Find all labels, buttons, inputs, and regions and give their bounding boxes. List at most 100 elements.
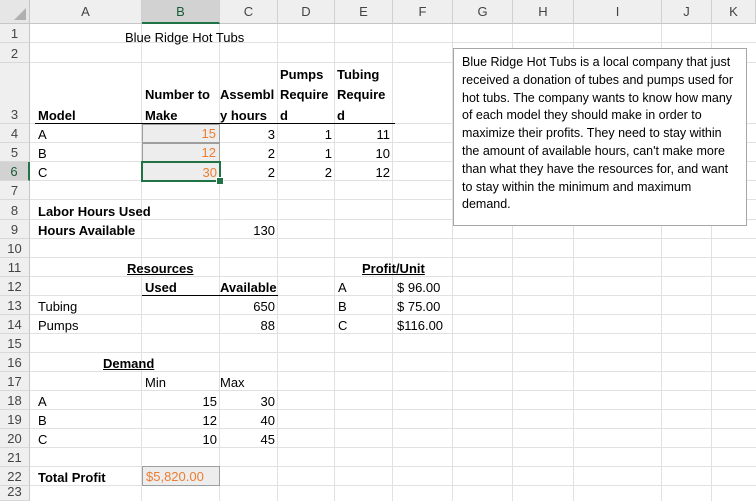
gridline-horizontal (30, 314, 756, 315)
resources-used-label: Used (145, 280, 177, 295)
demand-model-c[interactable]: C (35, 429, 135, 448)
column-header-b[interactable]: B (142, 0, 220, 24)
column-header-e[interactable]: E (335, 0, 393, 24)
row-header-5[interactable]: 5 (0, 143, 30, 162)
row-header-10[interactable]: 10 (0, 239, 30, 258)
make-b[interactable]: 12 (142, 143, 220, 162)
resource-tubing-label[interactable]: Tubing (35, 296, 135, 315)
profit-model-c[interactable]: C (335, 315, 393, 334)
column-header-k[interactable]: K (712, 0, 756, 24)
header-model: Model (38, 108, 76, 123)
profit-value-b[interactable]: $ 75.00 (394, 296, 454, 315)
hours-available-value[interactable]: 130 (220, 220, 278, 239)
row-header-19[interactable]: 19 (0, 410, 30, 429)
demand-max-c[interactable]: 45 (220, 429, 278, 448)
selected-cell-outline (141, 161, 221, 182)
assembly-c[interactable]: 2 (220, 162, 278, 181)
header-assembly-1: Assembl (220, 87, 275, 102)
column-header-h[interactable]: H (513, 0, 574, 24)
header-pumps-3: d (280, 108, 288, 123)
row-header-17[interactable]: 17 (0, 372, 30, 391)
select-all-corner[interactable] (0, 0, 30, 24)
demand-min-b[interactable]: 12 (142, 410, 220, 429)
column-header-d[interactable]: D (278, 0, 335, 24)
gridline-horizontal (30, 428, 756, 429)
column-header-j[interactable]: J (662, 0, 712, 24)
pumps-a[interactable]: 1 (278, 124, 335, 143)
profit-model-a[interactable]: A (335, 277, 393, 296)
row-header-14[interactable]: 14 (0, 315, 30, 334)
row-header-1[interactable]: 1 (0, 24, 30, 43)
assembly-a[interactable]: 3 (220, 124, 278, 143)
assembly-b[interactable]: 2 (220, 143, 278, 162)
profit-value-c[interactable]: $116.00 (394, 315, 454, 334)
profit-model-b[interactable]: B (335, 296, 393, 315)
demand-max-b[interactable]: 40 (220, 410, 278, 429)
resource-pumps-label[interactable]: Pumps (35, 315, 135, 334)
demand-max-label: Max (220, 375, 245, 390)
header-pumps-1: Pumps (280, 67, 324, 82)
row-header-2[interactable]: 2 (0, 43, 30, 63)
gridline-horizontal (30, 466, 756, 467)
total-profit-label: Total Profit (38, 470, 106, 485)
column-header-f[interactable]: F (393, 0, 453, 24)
row-header-9[interactable]: 9 (0, 220, 30, 239)
profit-value-a[interactable]: $ 96.00 (394, 277, 454, 296)
column-header-a[interactable]: A (30, 0, 142, 24)
make-a[interactable]: 15 (142, 124, 220, 143)
profit-heading: Profit/Unit (362, 261, 425, 276)
row-header-16[interactable]: 16 (0, 353, 30, 372)
fill-handle[interactable] (216, 177, 224, 185)
tubing-c[interactable]: 12 (335, 162, 393, 181)
resources-heading: Resources (127, 261, 194, 276)
model-b[interactable]: B (35, 143, 135, 162)
gridline-horizontal (30, 485, 756, 486)
description-textbox[interactable]: Blue Ridge Hot Tubs is a local company t… (453, 48, 747, 226)
resources-available-label: Available (220, 280, 277, 295)
demand-min-c[interactable]: 10 (142, 429, 220, 448)
header-make: Make (145, 108, 178, 123)
header-pumps-2: Require (280, 87, 329, 102)
row-header-8[interactable]: 8 (0, 200, 30, 220)
demand-heading: Demand (103, 356, 155, 371)
header-assembly-2: y hours (220, 108, 267, 123)
model-c[interactable]: C (35, 162, 135, 181)
row-header-20[interactable]: 20 (0, 429, 30, 448)
labor-hours-used-label: Labor Hours Used (38, 204, 151, 219)
header-number-to: Number to (145, 87, 210, 102)
gridline-horizontal (30, 390, 756, 391)
demand-min-a[interactable]: 15 (142, 391, 220, 410)
row-header-13[interactable]: 13 (0, 296, 30, 315)
spreadsheet[interactable]: ABCDEFGHIJK 1 2 3 4 5 6 7 8 9 10 11 12 13 14 15 16 17 18 1… (0, 0, 756, 501)
demand-max-a[interactable]: 30 (220, 391, 278, 410)
column-header-c[interactable]: C (220, 0, 278, 24)
row-header-21[interactable]: 21 (0, 448, 30, 467)
header-tubing-1: Tubing (337, 67, 380, 82)
model-a[interactable]: A (35, 124, 135, 143)
row-header-7[interactable]: 7 (0, 181, 30, 200)
cell-title[interactable]: Blue Ridge Hot Tubs (122, 25, 322, 46)
row-header-11[interactable]: 11 (0, 258, 30, 277)
column-header-g[interactable]: G (453, 0, 513, 24)
row-header-23[interactable]: 23 (0, 484, 30, 501)
demand-model-a[interactable]: A (35, 391, 135, 410)
row-header-6[interactable]: 6 (0, 162, 30, 181)
total-profit-value[interactable]: $5,820.00 (142, 466, 220, 486)
tubing-a[interactable]: 11 (335, 124, 393, 143)
demand-min-label: Min (145, 375, 166, 390)
column-header-i[interactable]: I (574, 0, 662, 24)
demand-model-b[interactable]: B (35, 410, 135, 429)
hours-available-label: Hours Available (38, 223, 136, 238)
row-header-18[interactable]: 18 (0, 391, 30, 410)
pumps-b[interactable]: 1 (278, 143, 335, 162)
pumps-c[interactable]: 2 (278, 162, 335, 181)
resource-pumps-available[interactable]: 88 (220, 315, 278, 334)
row-header-15[interactable]: 15 (0, 334, 30, 353)
row-header-3[interactable]: 3 (0, 63, 30, 124)
row-header-4[interactable]: 4 (0, 124, 30, 143)
resource-tubing-available[interactable]: 650 (220, 296, 278, 315)
row-header-12[interactable]: 12 (0, 277, 30, 296)
gridline-horizontal (30, 409, 756, 410)
tubing-b[interactable]: 10 (335, 143, 393, 162)
select-all-triangle-icon (14, 8, 26, 20)
